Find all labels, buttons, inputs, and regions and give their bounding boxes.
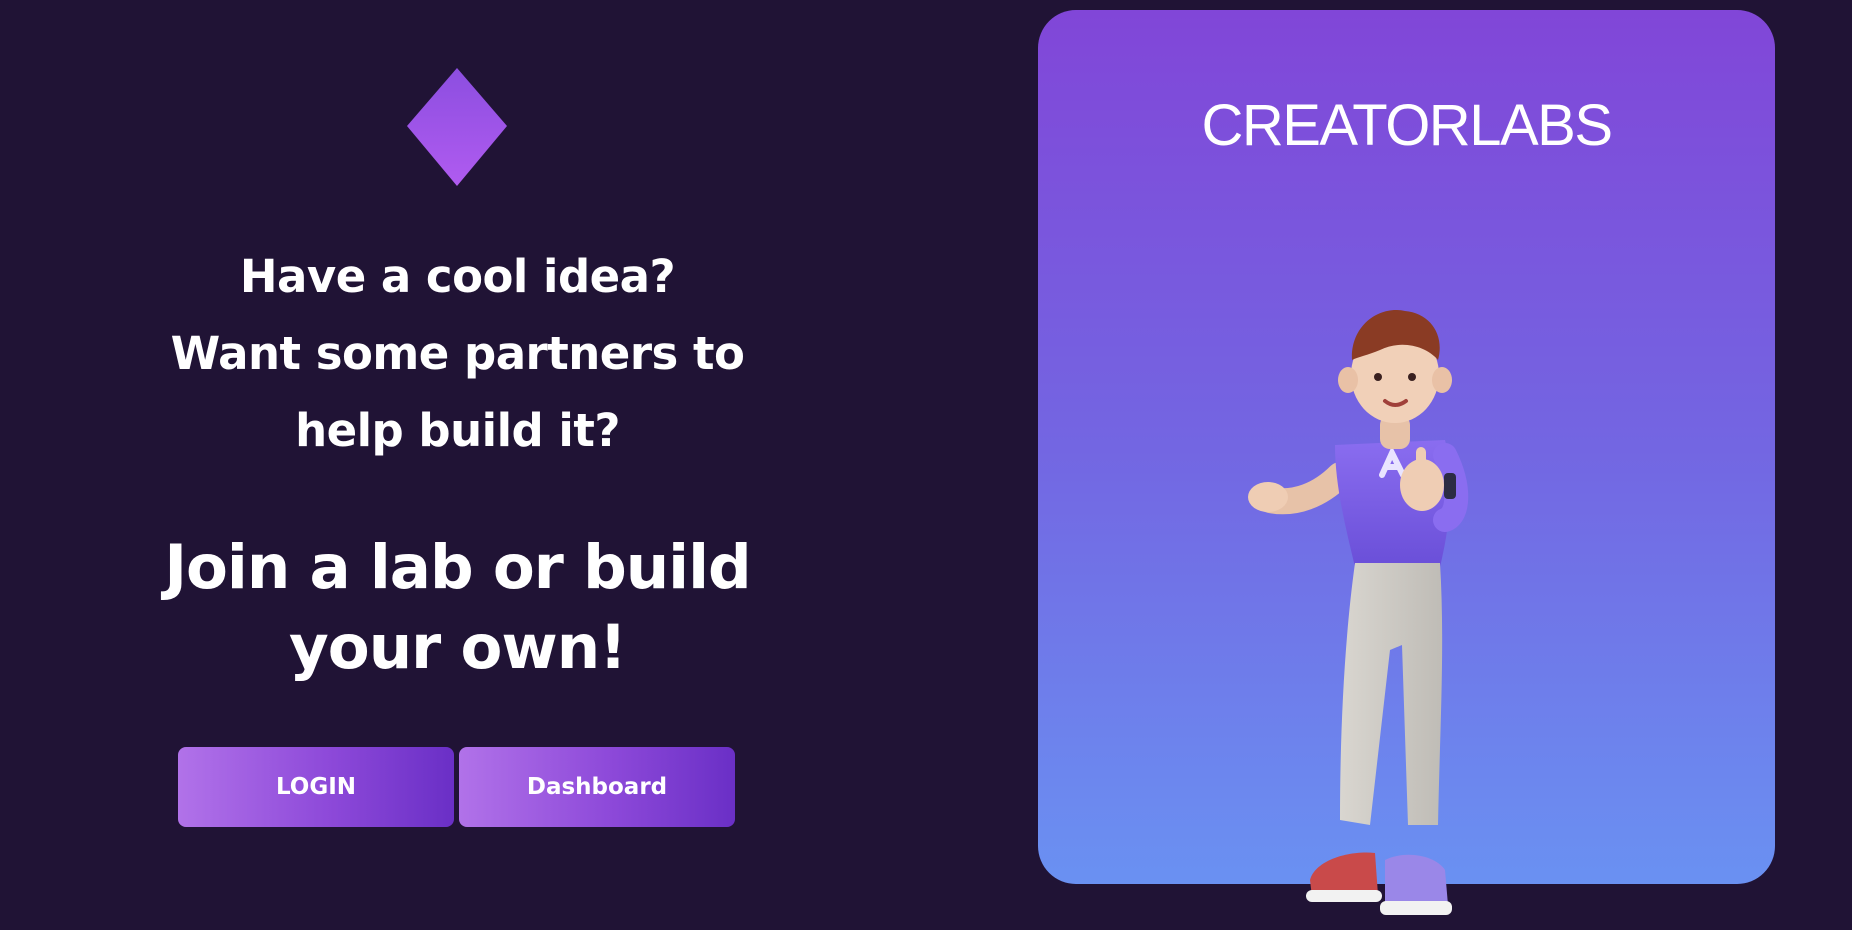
diamond-logo-icon: [407, 68, 507, 186]
intro-line: Have a cool idea?: [239, 250, 676, 303]
intro-line: help build it?: [295, 404, 620, 457]
hero-section: Have a cool idea? Want some partners to …: [150, 0, 765, 930]
headline-line: your own!: [289, 612, 627, 683]
headline: Join a lab or build your own!: [150, 528, 765, 688]
headline-line: Join a lab or build: [164, 532, 751, 603]
intro-line: Want some partners to: [170, 327, 745, 380]
dashboard-button[interactable]: Dashboard: [459, 747, 735, 827]
action-buttons: LOGIN Dashboard: [178, 747, 738, 827]
login-button[interactable]: LOGIN: [178, 747, 454, 827]
intro-text: Have a cool idea? Want some partners to …: [150, 238, 765, 469]
brand-title: CREATORLABS: [1201, 93, 1613, 158]
character-illustration: [1248, 309, 1469, 915]
landing-page: Have a cool idea? Want some partners to …: [0, 0, 1852, 930]
